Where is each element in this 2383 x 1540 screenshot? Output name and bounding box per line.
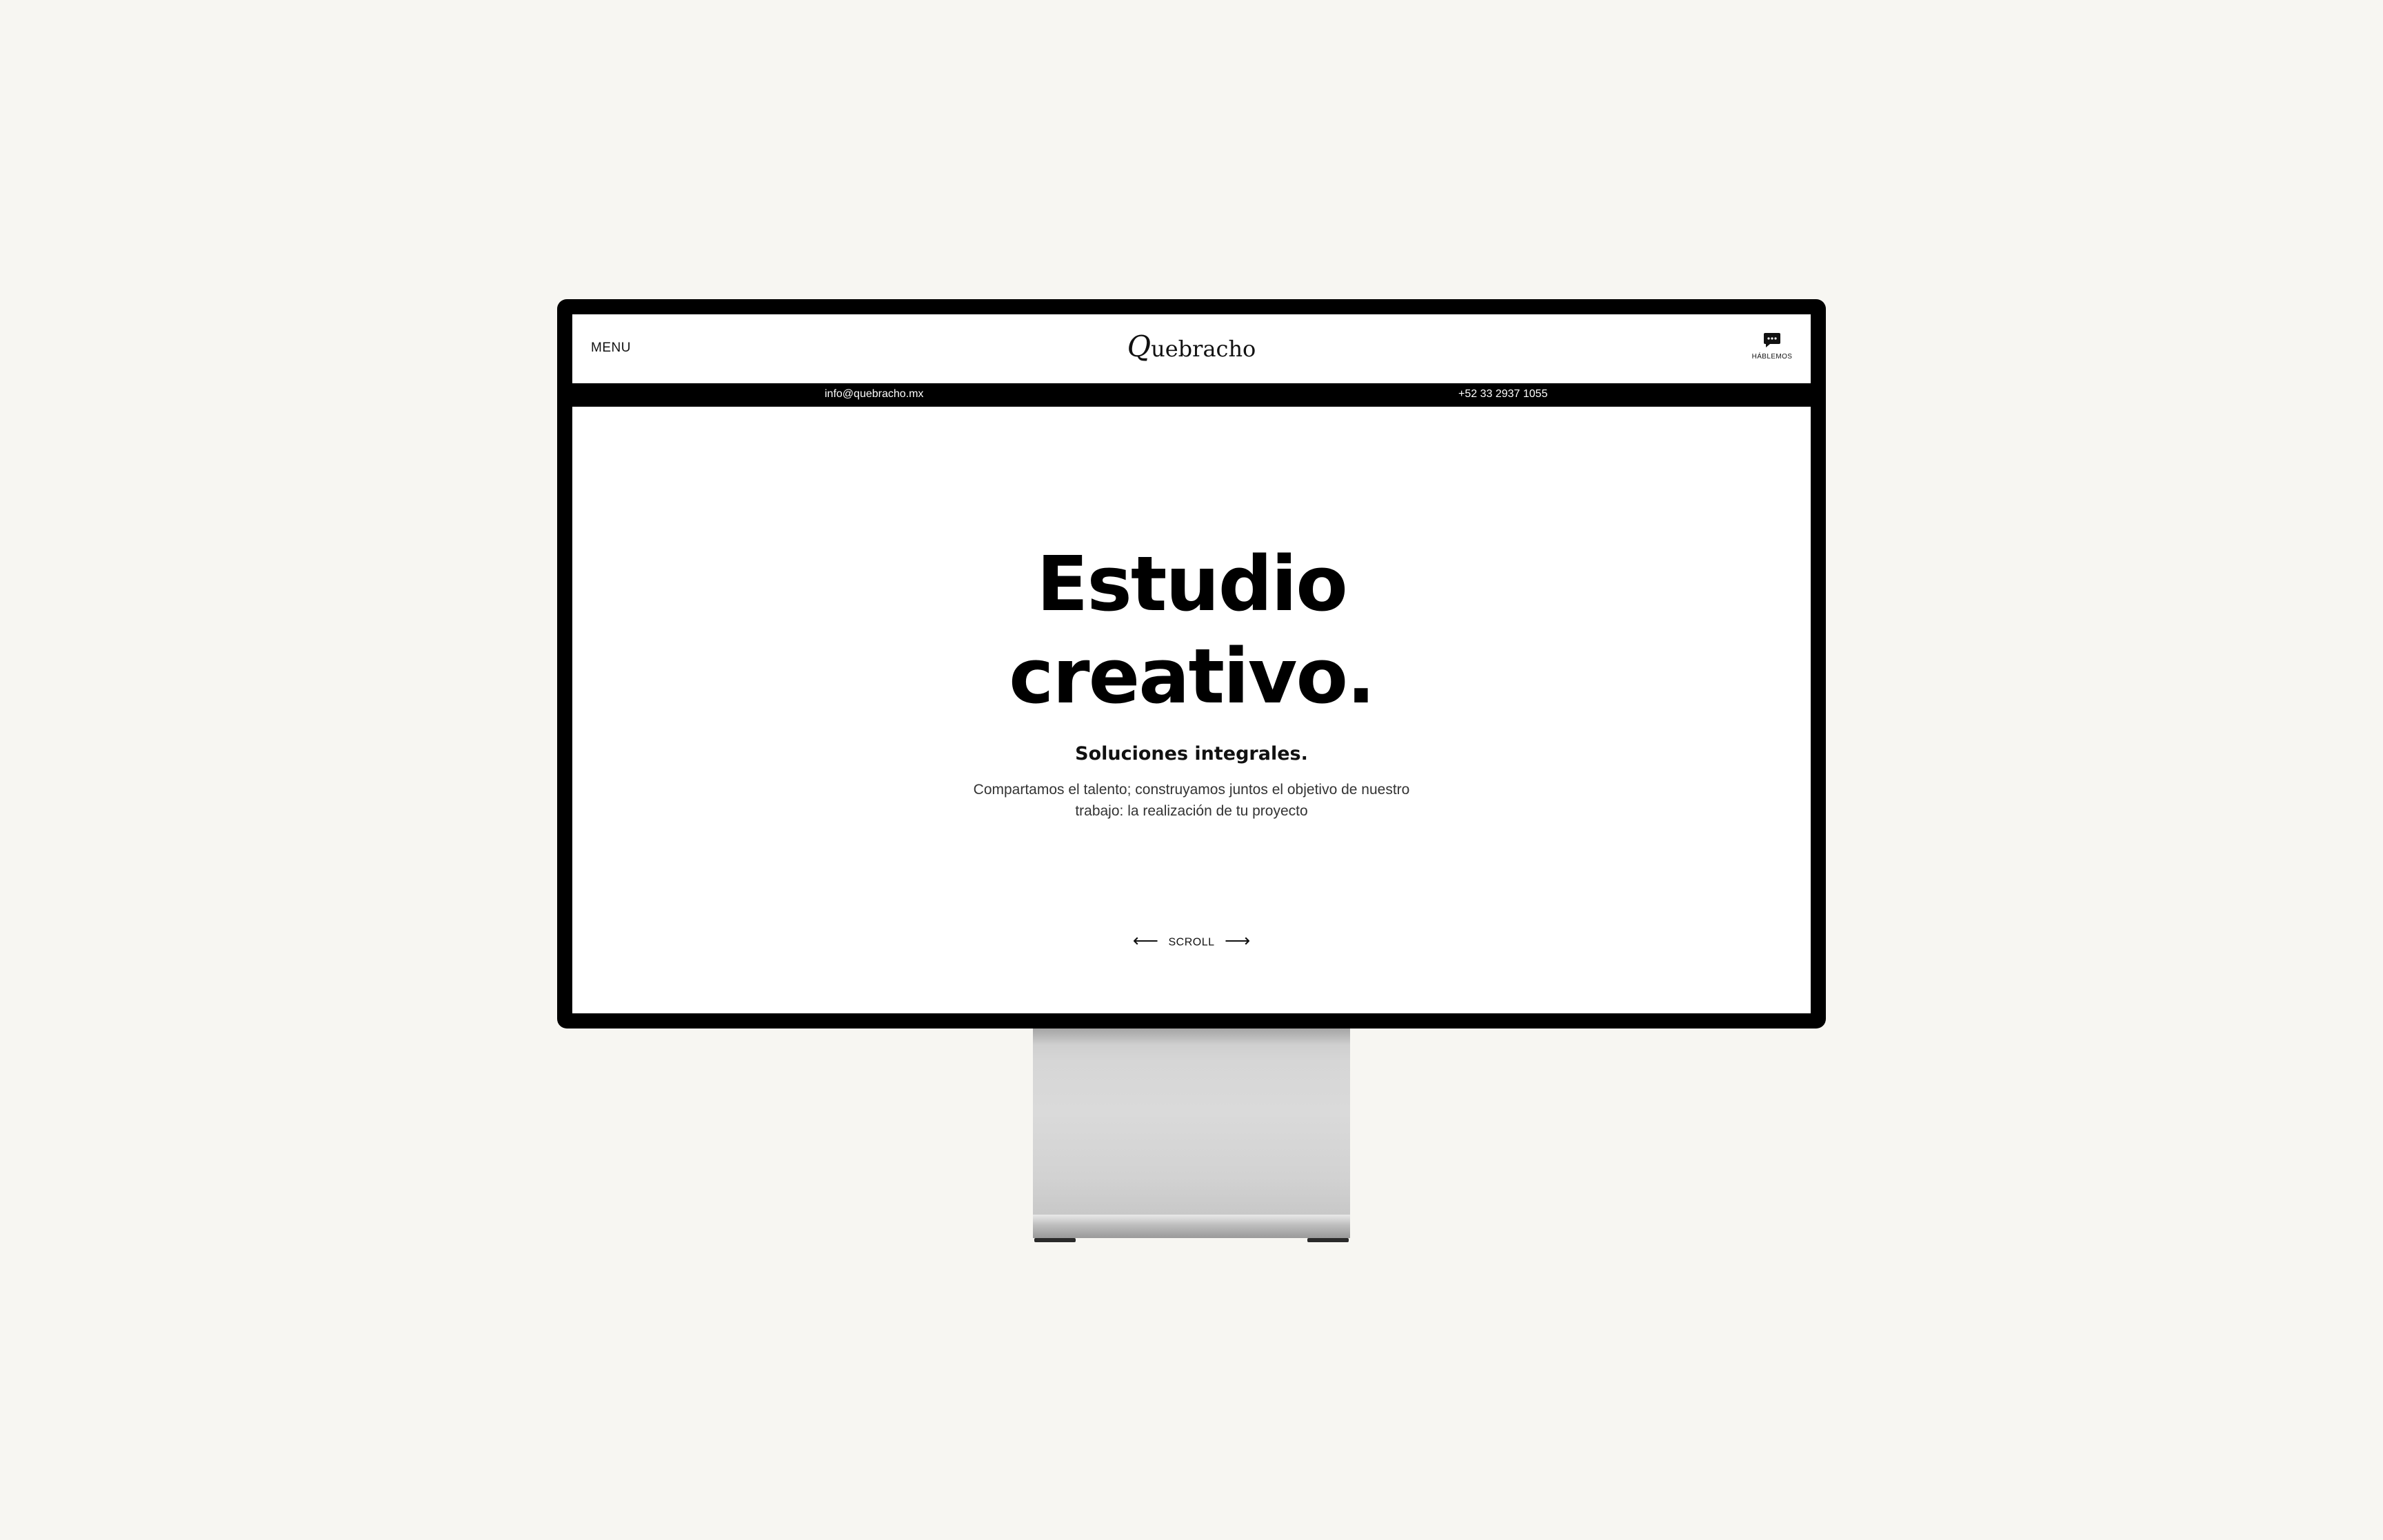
hero-description: Compartamos el talento; construyamos jun… — [973, 782, 1410, 819]
arrow-right-icon: ⟶ — [1224, 930, 1251, 951]
monitor-bezel: MENU Quebracho HÁBLEMOS info@quebracho.m… — [557, 299, 1826, 1029]
hero-title: Estudio creativo. — [572, 538, 1811, 722]
logo-initial: Q — [1127, 330, 1152, 363]
hero-title-line-2: creativo. — [1009, 632, 1376, 720]
mockup-stage: MENU Quebracho HÁBLEMOS info@quebracho.m… — [0, 0, 2383, 1540]
email-link[interactable]: info@quebracho.mx — [825, 388, 923, 401]
arrow-left-icon: ⟵ — [1132, 930, 1159, 951]
talk-label: HÁBLEMOS — [1751, 353, 1793, 361]
chat-bubble-icon — [1751, 332, 1793, 349]
hero-title-line-1: Estudio — [1036, 540, 1348, 628]
hero-section: Estudio creativo. Soluciones integrales.… — [572, 407, 1811, 1013]
stand-foot-pad-right — [1307, 1238, 1349, 1242]
site-logo[interactable]: Quebracho — [572, 330, 1811, 363]
contact-bar: info@quebracho.mx +52 33 2937 1055 — [572, 383, 1811, 407]
talk-button[interactable]: HÁBLEMOS — [1751, 332, 1793, 361]
site-header: MENU Quebracho HÁBLEMOS — [572, 314, 1811, 383]
stand-shadow — [1033, 1029, 1350, 1045]
scroll-label: SCROLL — [1168, 936, 1215, 949]
monitor-stand-foot — [1033, 1215, 1350, 1238]
stand-foot-pad-left — [1034, 1238, 1076, 1242]
hero-subtitle: Soluciones integrales. — [1075, 743, 1308, 764]
monitor-stand — [1033, 1029, 1350, 1215]
logo-text: uebracho — [1151, 336, 1256, 362]
phone-link[interactable]: +52 33 2937 1055 — [1458, 388, 1547, 401]
scroll-indicator[interactable]: ⟵ SCROLL ⟶ — [572, 930, 1811, 953]
website-screen: MENU Quebracho HÁBLEMOS info@quebracho.m… — [572, 314, 1811, 1013]
